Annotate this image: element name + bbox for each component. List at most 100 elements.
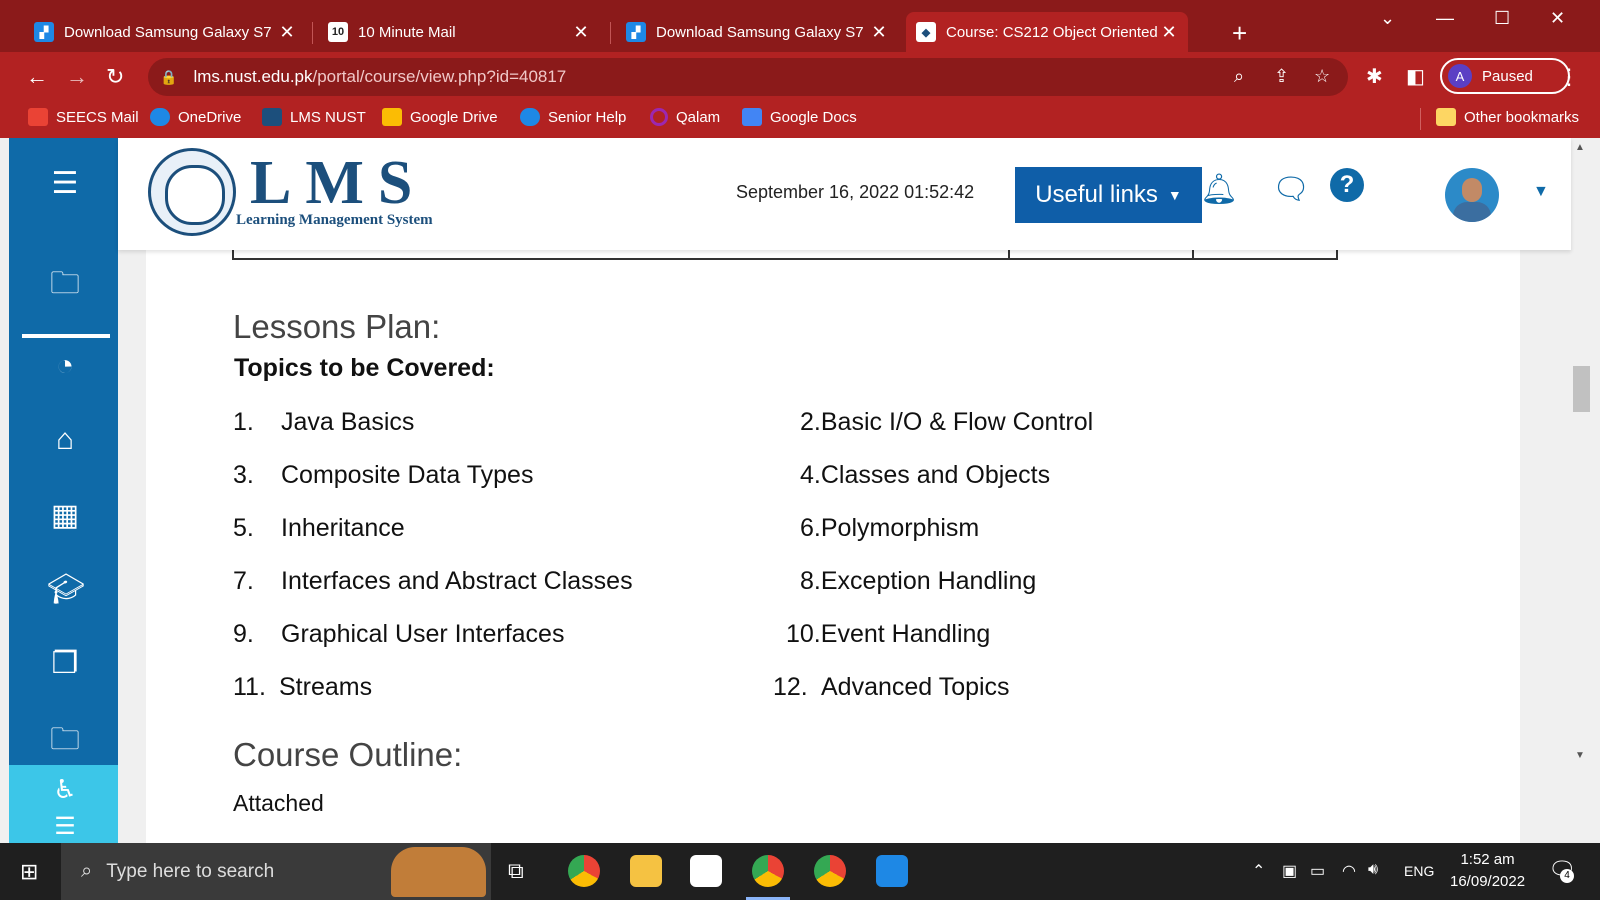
notification-bell-icon[interactable]: 🔔︎ [1200, 172, 1238, 207]
dashboard-gauge-icon[interactable]: ◔ [47, 348, 83, 384]
other-bookmarks[interactable]: Other bookmarks [1436, 108, 1579, 126]
qalam-icon [650, 108, 668, 126]
tray-overflow-icon[interactable]: ⌃ [1252, 861, 1265, 881]
zoom-icon[interactable]: ⌕ [1234, 66, 1244, 87]
microsoft-store-icon[interactable] [690, 855, 722, 887]
nust-seal-logo [148, 148, 236, 236]
topic-item: 12. [773, 673, 808, 702]
back-icon[interactable]: ← [26, 64, 48, 90]
chrome-icon[interactable] [568, 855, 600, 887]
share-icon[interactable]: ⇪ [1274, 66, 1289, 87]
bookmark-onedrive[interactable]: OneDrive [150, 108, 241, 126]
topic-number: 6. [800, 514, 821, 542]
bookmark-star-icon[interactable]: ☆ [1314, 66, 1330, 87]
page-scrollbar[interactable]: ▲ ▼ [1571, 138, 1600, 843]
volume-icon[interactable]: 🔊︎ [1368, 861, 1378, 879]
tab-course-cs212[interactable]: ◆ Course: CS212 Object Oriented P ✕ [906, 12, 1188, 52]
bookmark-lms-nust[interactable]: LMS NUST [262, 108, 366, 126]
close-icon[interactable]: ✕ [276, 22, 298, 43]
new-tab-button[interactable]: + [1232, 18, 1247, 49]
device-icon[interactable]: ▣ [1282, 861, 1297, 881]
10-icon: 10 [328, 22, 348, 42]
menu-kebab-icon[interactable]: ⋮ [1558, 64, 1580, 90]
windows-start-icon[interactable]: ⊞ [20, 859, 38, 885]
table-column-line [1008, 250, 1010, 260]
close-icon[interactable]: ✕ [868, 22, 890, 43]
taskbar-search-box[interactable]: ⌕ Type here to search [61, 843, 491, 900]
close-icon[interactable]: ✕ [570, 22, 592, 43]
bookmark-label: Google Docs [770, 108, 857, 126]
forward-icon[interactable]: → [66, 64, 88, 90]
folder-icon[interactable]: 🗀 [47, 266, 83, 302]
bookmark-qalam[interactable]: Qalam [650, 108, 720, 126]
graduation-cap-icon[interactable]: 🎓︎ [47, 572, 85, 608]
tab-search-icon[interactable]: ⌄ [1380, 8, 1395, 29]
topic-item: 11. [233, 673, 266, 702]
user-avatar[interactable] [1445, 168, 1499, 222]
battery-icon[interactable]: ▭ [1310, 861, 1325, 881]
task-view-icon[interactable]: ⧉ [508, 858, 524, 884]
home-icon[interactable]: ⌂ [47, 422, 83, 458]
bookmark-label: Senior Help [548, 108, 627, 126]
file-explorer-icon[interactable] [630, 855, 662, 887]
extensions-icon[interactable]: ✱ [1366, 64, 1383, 89]
notification-center-icon[interactable]: 🗨︎4 [1548, 857, 1576, 883]
bookmark-label: OneDrive [178, 108, 242, 126]
url-path: /portal/course/view.php?id=40817 [312, 67, 567, 86]
useful-links-label: Useful links [1035, 181, 1158, 208]
user-menu-caret-icon[interactable]: ▼ [1533, 183, 1549, 201]
profile-avatar: A [1448, 64, 1472, 88]
close-icon[interactable]: ✕ [1158, 22, 1180, 43]
lms-logo-subtitle: Learning Management System [236, 212, 433, 228]
language-indicator[interactable]: ENG [1404, 863, 1434, 879]
table-bottom-border [232, 250, 1338, 260]
files-icon[interactable]: ❐ [47, 646, 83, 682]
hamburger-menu-icon[interactable]: ☰ [47, 166, 83, 202]
scroll-up-icon[interactable]: ▲ [1575, 142, 1585, 153]
search-placeholder: Type here to search [106, 860, 275, 882]
reload-icon[interactable]: ↻ [106, 64, 124, 90]
table-column-line [1192, 250, 1194, 260]
lock-icon[interactable]: 🔒 [160, 69, 177, 86]
tab-separator [312, 22, 313, 44]
docs-icon [742, 108, 762, 126]
url-host: lms.nust.edu.pk [193, 67, 313, 86]
profile-status: Paused [1482, 67, 1533, 85]
wifi-icon[interactable]: ◠ [1342, 861, 1356, 881]
bookmark-google-docs[interactable]: Google Docs [742, 108, 857, 126]
bookmark-google-drive[interactable]: Google Drive [382, 108, 498, 126]
bookmark-label: LMS NUST [290, 108, 366, 126]
window-close-icon[interactable]: ✕ [1550, 8, 1565, 29]
sidebar-divider [22, 334, 110, 338]
scrollbar-thumb[interactable] [1573, 366, 1590, 412]
help-icon[interactable]: ? [1330, 168, 1364, 202]
chrome-profile-a-icon[interactable] [752, 855, 784, 887]
address-bar[interactable]: 🔒 lms.nust.edu.pk/portal/course/view.php… [148, 58, 1348, 96]
side-panel-icon[interactable]: ◧ [1406, 64, 1425, 89]
tab-title: Download Samsung Galaxy S7 Ed [656, 23, 868, 41]
maximize-icon[interactable]: ☐ [1494, 8, 1510, 29]
tab-samsung-2[interactable]: ▞ Download Samsung Galaxy S7 Ed ✕ [616, 12, 898, 52]
useful-links-button[interactable]: Useful links ▼ [1015, 167, 1202, 223]
cloud-icon [520, 108, 540, 126]
minimize-icon[interactable]: — [1436, 8, 1454, 29]
scroll-down-icon[interactable]: ▼ [1575, 750, 1585, 761]
topic-item: 4.Classes and Objects [800, 461, 1050, 490]
tab-10-minute-mail[interactable]: 10 10 Minute Mail ✕ [318, 12, 600, 52]
tab-samsung-1[interactable]: ▞ Download Samsung Galaxy S7 Ed ✕ [24, 12, 306, 52]
bookmark-seecs-mail[interactable]: SEECS Mail [28, 108, 139, 126]
topics-heading: Topics to be Covered: [234, 354, 495, 382]
avatar-face [1462, 178, 1482, 202]
message-bubble-icon[interactable]: 🗨︎ [1272, 172, 1310, 207]
left-sidebar: ☰ 🗀 ◔ ⌂ ▦ 🎓︎ ❐ 🗀 ♿︎ ☰ [9, 138, 118, 843]
vpn-app-icon[interactable] [876, 855, 908, 887]
taskbar-clock[interactable]: 1:52 am 16/09/2022 [1450, 849, 1525, 893]
list-icon[interactable]: ☰ [47, 809, 83, 845]
accessibility-icon[interactable]: ♿︎ [47, 771, 83, 807]
profile-button[interactable]: A Paused [1440, 58, 1570, 94]
calendar-icon[interactable]: ▦ [47, 498, 83, 534]
bookmark-senior-help[interactable]: Senior Help [520, 108, 626, 126]
page-viewport: ☰ 🗀 ◔ ⌂ ▦ 🎓︎ ❐ 🗀 ♿︎ ☰ LMS Learning Manag… [0, 138, 1600, 843]
folder-icon[interactable]: 🗀 [47, 722, 83, 758]
chrome-profile-b-icon[interactable] [814, 855, 846, 887]
